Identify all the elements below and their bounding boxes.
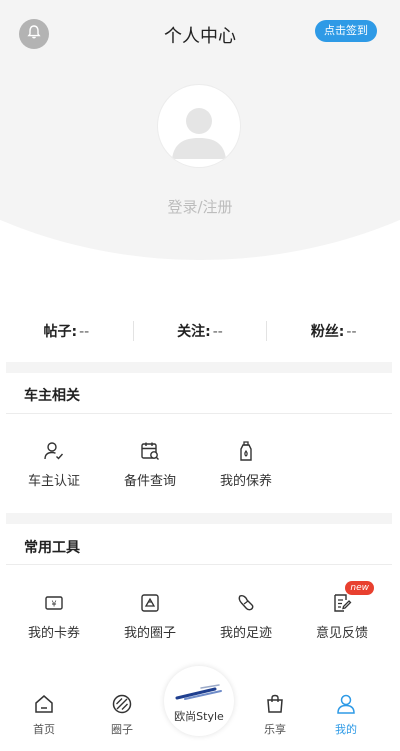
svg-text:¥: ¥ — [51, 600, 56, 609]
tab-brand-style[interactable]: 欧尚Style — [164, 666, 234, 736]
divider — [6, 564, 392, 565]
home-icon — [14, 692, 74, 716]
tab-label: 乐享 — [264, 723, 286, 736]
compass-icon — [92, 692, 152, 716]
tab-label: 首页 — [33, 723, 55, 736]
tool-item-footprint[interactable]: 我的足迹 — [198, 590, 294, 641]
owner-item-verify[interactable]: 车主认证 — [6, 438, 102, 489]
footprint-icon — [198, 590, 294, 616]
profile-header: 个人中心 点击签到 登录/注册 — [0, 0, 400, 300]
owner-item-maintenance[interactable]: 我的保养 — [198, 438, 294, 489]
user-check-icon — [6, 438, 102, 464]
stat-value: -- — [79, 324, 90, 340]
feedback-icon — [294, 590, 390, 616]
stat-label: 粉丝: — [310, 324, 345, 340]
avatar[interactable] — [158, 85, 240, 167]
section-gap — [6, 513, 392, 524]
brand-logo-icon — [175, 684, 222, 700]
stats-row: 帖子: -- 关注: -- 粉丝: -- — [0, 312, 400, 350]
tab-label: 我的 — [335, 723, 357, 736]
tool-item-label: 我的卡券 — [27, 626, 80, 641]
owner-item-parts[interactable]: 备件查询 — [102, 438, 198, 489]
tab-label: 欧尚Style — [174, 710, 224, 723]
tool-item-feedback[interactable]: new 意见反馈 — [294, 581, 390, 641]
maintenance-bottle-icon — [198, 438, 294, 464]
new-badge: new — [345, 581, 374, 595]
tab-enjoy[interactable]: 乐享 — [245, 692, 305, 737]
tools-section-title: 常用工具 — [24, 540, 80, 556]
stat-followers[interactable]: 粉丝: -- — [267, 321, 400, 341]
circle-icon — [102, 590, 198, 616]
tool-item-coupon[interactable]: ¥ 我的卡券 — [6, 590, 102, 641]
tab-label: 圈子 — [111, 723, 133, 736]
owner-item-label: 我的保养 — [219, 474, 272, 489]
parts-search-icon — [102, 438, 198, 464]
coupon-icon: ¥ — [6, 590, 102, 616]
divider — [6, 413, 392, 414]
section-gap — [6, 362, 392, 373]
owner-section-title: 车主相关 — [24, 388, 80, 404]
tool-item-label: 意见反馈 — [315, 626, 368, 641]
bag-icon — [245, 692, 305, 716]
login-register-link[interactable]: 登录/注册 — [0, 196, 400, 217]
tool-item-circle[interactable]: 我的圈子 — [102, 590, 198, 641]
signin-button[interactable]: 点击签到 — [315, 20, 377, 42]
tool-item-label: 我的足迹 — [219, 626, 272, 641]
stat-value: -- — [346, 324, 357, 340]
stat-label: 帖子: — [43, 324, 78, 340]
tab-home[interactable]: 首页 — [14, 692, 74, 737]
tool-item-label: 我的圈子 — [123, 626, 176, 641]
tab-circle[interactable]: 圈子 — [92, 692, 152, 737]
person-icon — [316, 692, 376, 716]
owner-item-label: 车主认证 — [27, 474, 80, 489]
stat-value: -- — [212, 324, 223, 340]
tab-mine[interactable]: 我的 — [316, 692, 376, 737]
stat-following[interactable]: 关注: -- — [134, 321, 267, 341]
default-avatar-icon — [172, 108, 226, 159]
stat-posts[interactable]: 帖子: -- — [0, 321, 133, 341]
stat-label: 关注: — [177, 324, 211, 340]
owner-item-label: 备件查询 — [123, 474, 176, 489]
